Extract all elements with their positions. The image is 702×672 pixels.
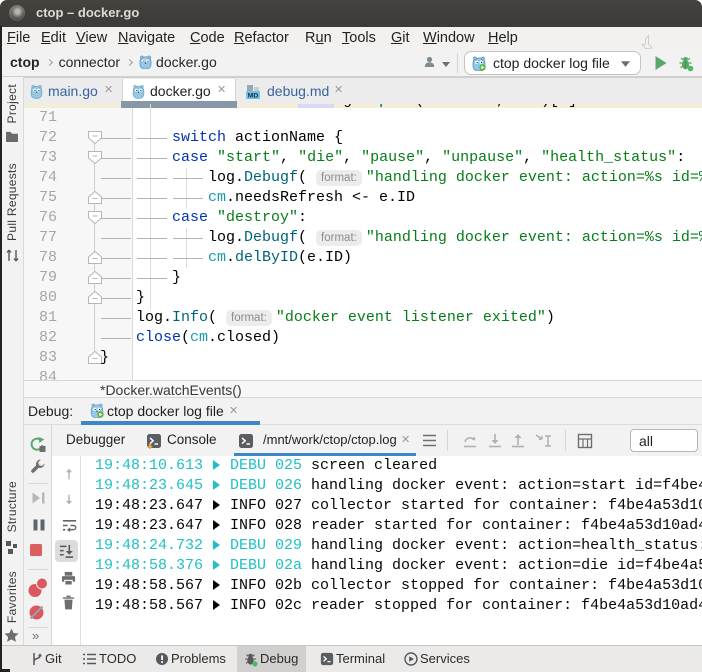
svg-text:MD: MD [248,92,259,99]
